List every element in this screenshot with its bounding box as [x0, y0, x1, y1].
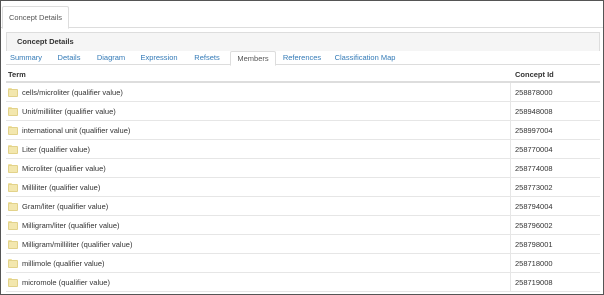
folder-icon: [8, 240, 18, 249]
table-header: Term Concept Id: [6, 67, 600, 83]
term-cell: Milligram/liter (qualifier value): [6, 216, 511, 235]
concept-id-cell: 258948008: [515, 107, 553, 116]
term-cell: Liter (qualifier value): [6, 140, 511, 159]
tab-concept-details[interactable]: Concept Details: [2, 6, 69, 29]
table-row[interactable]: Milligram/milliliter (qualifier value) 25…: [6, 235, 600, 254]
concept-id-cell: 258773002: [515, 183, 553, 192]
tab-expression[interactable]: Expression: [136, 51, 182, 65]
folder-icon: [8, 259, 18, 268]
term-label[interactable]: Unit/milliliter (qualifier value): [22, 107, 116, 116]
concept-id-cell: 258770004: [515, 145, 553, 154]
concept-id-cell: 258794004: [515, 202, 553, 211]
term-cell: Milliliter (qualifier value): [6, 178, 511, 197]
table-body: cells/microliter (qualifier value) 258878…: [6, 83, 600, 292]
table-row[interactable]: Milligram/liter (qualifier value) 2587960…: [6, 216, 600, 235]
tab-references[interactable]: References: [277, 51, 327, 65]
tab-details[interactable]: Details: [52, 51, 86, 65]
sub-tab-bar: Summary Details Diagram Expression Refse…: [6, 51, 600, 66]
top-tab-bar: Concept Details: [1, 1, 603, 29]
table-row[interactable]: Microliter (qualifier value) 258774008: [6, 159, 600, 178]
table-row[interactable]: Unit/milliliter (qualifier value) 2589480…: [6, 102, 600, 121]
term-label[interactable]: Milligram/liter (qualifier value): [22, 221, 120, 230]
table-row[interactable]: Liter (qualifier value) 258770004: [6, 140, 600, 159]
folder-icon: [8, 221, 18, 230]
column-header-concept-id[interactable]: Concept Id: [515, 67, 554, 82]
folder-icon: [8, 88, 18, 97]
column-header-term[interactable]: Term: [8, 67, 26, 82]
members-table: Term Concept Id cells/microliter (qualif…: [6, 67, 600, 292]
folder-icon: [8, 202, 18, 211]
table-row[interactable]: micromole (qualifier value) 258719008: [6, 273, 600, 292]
folder-icon: [8, 145, 18, 154]
concept-details-window: Concept Details Concept Details Summary …: [0, 0, 604, 295]
tab-classification-map[interactable]: Classification Map: [330, 51, 400, 65]
term-label[interactable]: Milliliter (qualifier value): [22, 183, 100, 192]
folder-icon: [8, 278, 18, 287]
term-cell: cells/microliter (qualifier value): [6, 83, 511, 102]
folder-icon: [8, 183, 18, 192]
term-label[interactable]: Microliter (qualifier value): [22, 164, 106, 173]
concept-id-cell: 258796002: [515, 221, 553, 230]
concept-id-cell: 258798001: [515, 240, 553, 249]
term-label[interactable]: Gram/liter (qualifier value): [22, 202, 108, 211]
term-cell: Milligram/milliliter (qualifier value): [6, 235, 511, 254]
table-row[interactable]: millimole (qualifier value) 258718000: [6, 254, 600, 273]
table-row[interactable]: Milliliter (qualifier value) 258773002: [6, 178, 600, 197]
tab-refsets[interactable]: Refsets: [188, 51, 226, 65]
table-row[interactable]: international unit (qualifier value) 2589…: [6, 121, 600, 140]
term-label[interactable]: Milligram/milliliter (qualifier value): [22, 240, 132, 249]
tab-diagram[interactable]: Diagram: [93, 51, 129, 65]
tab-summary[interactable]: Summary: [7, 51, 45, 65]
concept-id-cell: 258719008: [515, 278, 553, 287]
term-label[interactable]: international unit (qualifier value): [22, 126, 130, 135]
table-row[interactable]: cells/microliter (qualifier value) 258878…: [6, 83, 600, 102]
concept-id-cell: 258878000: [515, 88, 553, 97]
panel-title: Concept Details: [6, 32, 600, 51]
term-label[interactable]: cells/microliter (qualifier value): [22, 88, 123, 97]
term-label[interactable]: Liter (qualifier value): [22, 145, 90, 154]
concept-id-cell: 258997004: [515, 126, 553, 135]
term-cell: Unit/milliliter (qualifier value): [6, 102, 511, 121]
term-cell: micromole (qualifier value): [6, 273, 511, 292]
concept-id-cell: 258718000: [515, 259, 553, 268]
term-cell: international unit (qualifier value): [6, 121, 511, 140]
term-cell: Microliter (qualifier value): [6, 159, 511, 178]
term-cell: Gram/liter (qualifier value): [6, 197, 511, 216]
table-row[interactable]: Gram/liter (qualifier value) 258794004: [6, 197, 600, 216]
term-cell: millimole (qualifier value): [6, 254, 511, 273]
concept-id-cell: 258774008: [515, 164, 553, 173]
term-label[interactable]: millimole (qualifier value): [22, 259, 105, 268]
tab-members[interactable]: Members: [230, 51, 276, 66]
folder-icon: [8, 164, 18, 173]
term-label[interactable]: micromole (qualifier value): [22, 278, 110, 287]
folder-icon: [8, 107, 18, 116]
folder-icon: [8, 126, 18, 135]
